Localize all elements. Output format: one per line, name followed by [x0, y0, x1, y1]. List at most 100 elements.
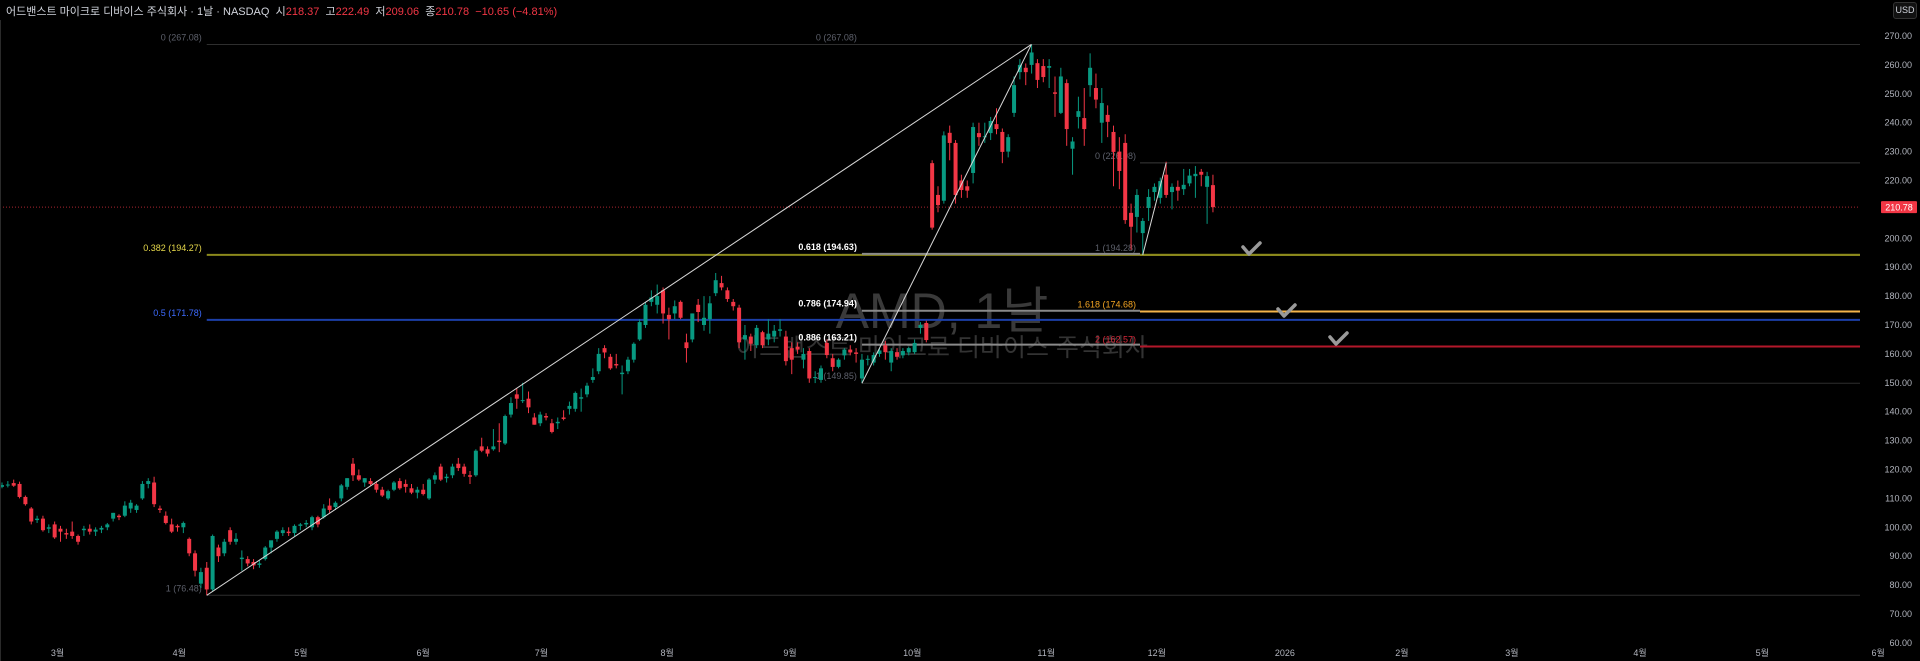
- candle-body: [415, 489, 420, 493]
- fib-extension-trend-line[interactable]: [1142, 162, 1167, 255]
- candle: [245, 556, 250, 567]
- candle-body: [351, 463, 355, 476]
- candle-body: [122, 505, 127, 516]
- checkmark-annotations[interactable]: [1241, 241, 1349, 346]
- candle: [1152, 183, 1157, 201]
- price-chart[interactable]: AMD, 1날 어드밴스트 마이크로 디바이스 주식회사 0 (267.08)0…: [0, 0, 1920, 661]
- candle: [672, 300, 677, 320]
- fib-extension-label: 0 (226.08): [1095, 151, 1136, 161]
- candle: [356, 469, 361, 482]
- candle-body: [327, 505, 332, 510]
- candle: [58, 525, 63, 542]
- candle-body: [298, 524, 303, 526]
- candle: [70, 521, 75, 539]
- candle-body: [737, 307, 742, 343]
- candle-body: [596, 353, 601, 372]
- candle: [1076, 96, 1081, 129]
- candle: [351, 457, 355, 482]
- candle-body: [58, 528, 63, 532]
- candle-body: [497, 440, 502, 443]
- candle-body: [579, 397, 584, 399]
- checkmark-icon[interactable]: [1328, 331, 1349, 346]
- time-axis[interactable]: 3월 4월 5월 6월 7월 8월 9월 10월 11월 12월 2026 2월 3월 4월 5월 6월: [51, 647, 1885, 658]
- candle: [702, 296, 706, 331]
- candle-body: [526, 398, 531, 408]
- candle-body: [81, 528, 86, 531]
- candle-body: [216, 547, 221, 557]
- price-axis[interactable]: 270.00 260.00 250.00 240.00 230.00 220.00 210.…: [1881, 31, 1917, 648]
- candle: [1170, 183, 1174, 210]
- candle-body: [187, 538, 192, 554]
- candle-body: [824, 342, 829, 356]
- candle-body: [555, 421, 560, 424]
- candle-body: [1099, 103, 1104, 123]
- candle-body: [52, 524, 57, 538]
- time-tick-label: 4월: [1633, 647, 1646, 658]
- fib-level-label: 0.618 (194.63): [798, 242, 857, 252]
- candle: [614, 353, 619, 369]
- candle-body: [620, 372, 625, 375]
- candle: [187, 537, 192, 557]
- candle-body: [1035, 63, 1040, 80]
- candle: [1210, 174, 1215, 213]
- candle-body: [1117, 151, 1122, 171]
- open-value: 218.37: [285, 6, 320, 18]
- candle: [140, 481, 145, 500]
- candle: [456, 457, 461, 471]
- candle-body: [936, 194, 940, 206]
- time-tick-label: 11월: [1037, 647, 1055, 658]
- candle-body: [76, 535, 81, 542]
- candle: [707, 296, 712, 334]
- checkmark-icon[interactable]: [1241, 241, 1262, 256]
- candle-body: [854, 352, 859, 354]
- candle: [1029, 44, 1034, 74]
- candle: [655, 284, 660, 314]
- candle: [391, 481, 396, 492]
- time-tick-label: 9월: [783, 647, 796, 658]
- close-label: 종: [425, 6, 436, 18]
- candle: [327, 498, 332, 513]
- candle-body: [842, 349, 847, 356]
- candle: [1093, 73, 1098, 109]
- candle-body: [848, 349, 853, 353]
- candle-body: [813, 377, 818, 379]
- candle: [1117, 137, 1122, 190]
- candle: [409, 483, 414, 495]
- candle-body: [508, 403, 513, 415]
- candle-body: [1181, 184, 1186, 190]
- candle: [602, 345, 607, 359]
- candle-body: [789, 348, 794, 360]
- candle-body: [23, 496, 28, 505]
- candle-body: [514, 394, 519, 399]
- candle: [386, 489, 391, 500]
- candle: [1064, 79, 1069, 146]
- candle-body: [468, 475, 472, 477]
- candle-body: [380, 489, 385, 496]
- currency-button[interactable]: USD: [1893, 2, 1917, 19]
- candle: [889, 348, 894, 372]
- candle-body: [99, 527, 104, 530]
- candle-body: [491, 446, 496, 450]
- candle-body: [1047, 66, 1052, 68]
- candle: [1000, 128, 1005, 164]
- candle-body: [257, 563, 262, 565]
- candle-body: [1193, 173, 1198, 177]
- candle: [485, 446, 490, 457]
- price-tick-label: 160.00: [1884, 349, 1912, 359]
- candle-body: [1205, 176, 1210, 187]
- symbol-title[interactable]: 어드밴스트 마이크로 디바이스 주식회사 · 1날 · NASDAQ: [6, 6, 269, 18]
- candle-body: [865, 358, 870, 360]
- candle-body: [795, 346, 800, 350]
- candle: [976, 122, 981, 146]
- last-price-label: 210.78: [1885, 203, 1913, 213]
- candle: [29, 507, 34, 525]
- time-tick-label: 2월: [1395, 647, 1408, 658]
- candle: [239, 550, 244, 571]
- candle-body: [836, 359, 841, 367]
- candle: [585, 382, 589, 398]
- price-tick-label: 150.00: [1884, 378, 1912, 388]
- candle: [1123, 134, 1128, 224]
- candle: [193, 550, 198, 577]
- candle: [1105, 105, 1110, 138]
- candle: [1088, 53, 1093, 97]
